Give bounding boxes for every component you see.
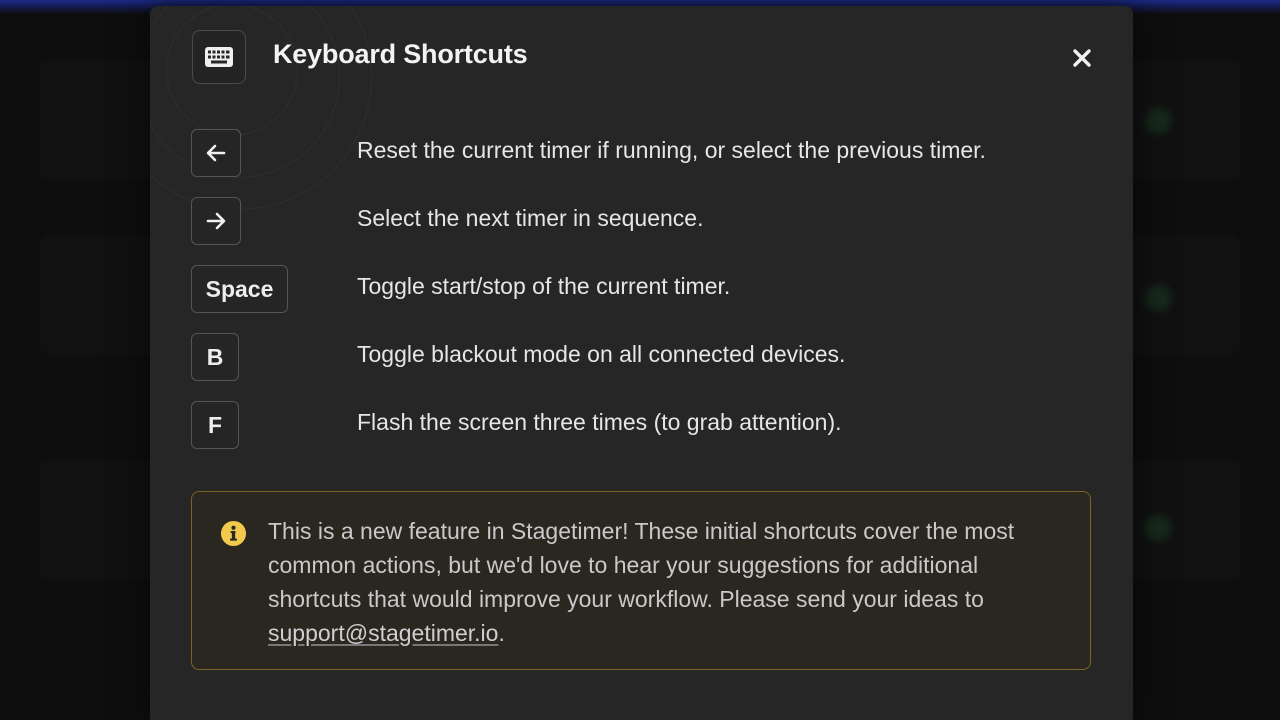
- shortcut-row-space: Space Toggle start/stop of the current t…: [191, 265, 1091, 315]
- dialog-title: Keyboard Shortcuts: [273, 39, 528, 69]
- header-icon-box: [192, 30, 246, 84]
- shortcut-description: Toggle blackout mode on all connected de…: [357, 341, 846, 367]
- shortcut-description: Reset the current timer if running, or s…: [357, 137, 986, 163]
- key-space: Space: [191, 265, 288, 313]
- support-email-link[interactable]: support@stagetimer.io: [268, 620, 498, 646]
- shortcut-row-right-arrow: Select the next timer in sequence.: [191, 197, 1091, 247]
- shortcut-description: Select the next timer in sequence.: [357, 205, 704, 231]
- key-f: F: [191, 401, 239, 449]
- background-status-dot: [1145, 515, 1171, 541]
- info-icon: [220, 520, 247, 547]
- notice-text: This is a new feature in Stagetimer! The…: [268, 514, 1058, 650]
- feature-notice: This is a new feature in Stagetimer! The…: [191, 491, 1091, 670]
- key-left-arrow: [191, 129, 241, 177]
- shortcut-row-b: B Toggle blackout mode on all connected …: [191, 333, 1091, 383]
- key-right-arrow: [191, 197, 241, 245]
- background-status-dot: [1145, 285, 1171, 311]
- background-status-dot: [1145, 108, 1171, 134]
- decorative-ring: [150, 6, 372, 210]
- arrow-right-icon: [206, 212, 226, 230]
- notice-body: This is a new feature in Stagetimer! The…: [268, 518, 1015, 612]
- keyboard-icon: [205, 47, 233, 67]
- arrow-left-icon: [206, 144, 226, 162]
- shortcut-description: Flash the screen three times (to grab at…: [357, 409, 842, 435]
- shortcut-row-f: F Flash the screen three times (to grab …: [191, 401, 1091, 451]
- close-button[interactable]: [1064, 40, 1100, 76]
- shortcut-description: Toggle start/stop of the current timer.: [357, 273, 731, 299]
- shortcut-row-left-arrow: Reset the current timer if running, or s…: [191, 129, 1091, 179]
- key-b: B: [191, 333, 239, 381]
- close-icon: [1073, 49, 1091, 67]
- notice-end: .: [498, 620, 505, 646]
- keyboard-shortcuts-dialog: Keyboard Shortcuts Reset the current tim…: [150, 6, 1133, 720]
